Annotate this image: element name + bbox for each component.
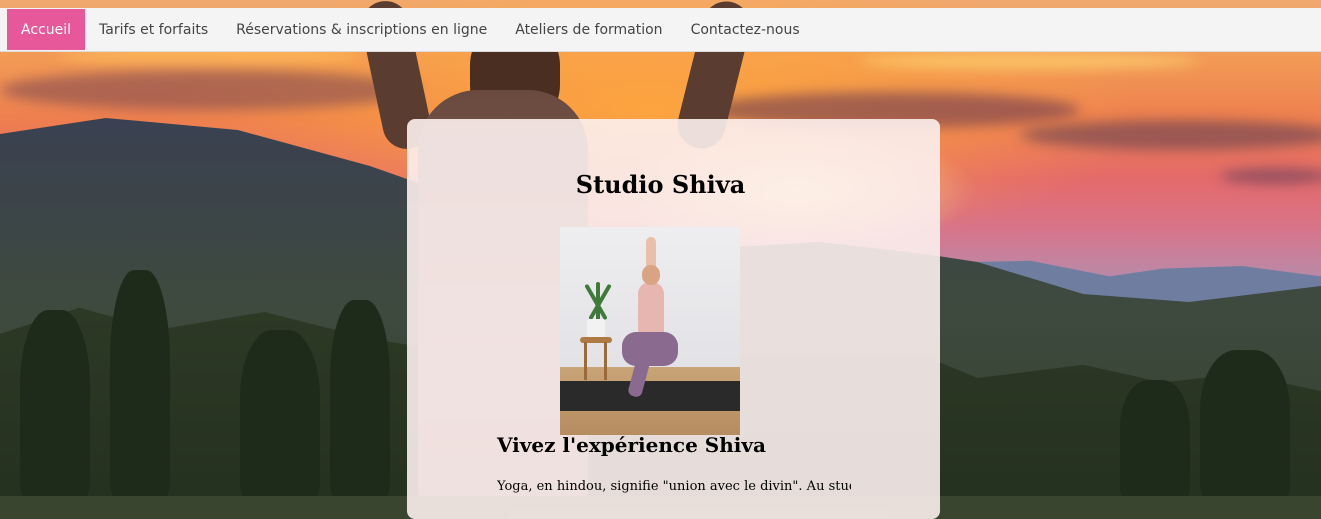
nav-item-contact[interactable]: Contactez-nous (677, 8, 814, 51)
yoga-photo (560, 227, 740, 435)
nav-item-accueil[interactable]: Accueil (7, 9, 85, 50)
page-title: Studio Shiva (575, 170, 746, 199)
nav-item-ateliers[interactable]: Ateliers de formation (501, 8, 676, 51)
intro-paragraph: Yoga, en hindou, signifie "union avec le… (497, 479, 851, 494)
nav-item-reservations[interactable]: Réservations & inscriptions en ligne (222, 8, 501, 51)
section-heading: Vivez l'expérience Shiva (497, 433, 766, 457)
nav-item-tarifs[interactable]: Tarifs et forfaits (85, 8, 222, 51)
main-navbar: Accueil Tarifs et forfaits Réservations … (0, 8, 1321, 52)
